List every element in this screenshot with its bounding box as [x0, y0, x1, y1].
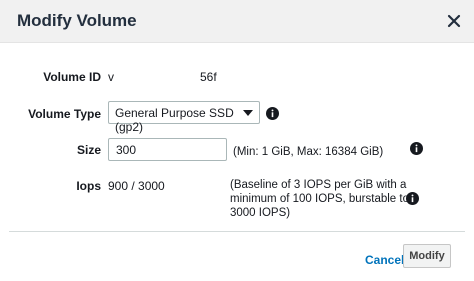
iops-hint-line-3: 3000 IOPS)	[230, 207, 291, 219]
volume-id-label: Volume ID	[43, 70, 101, 84]
size-hint: (Min: 1 GiB, Max: 16384 GiB)	[233, 146, 384, 158]
cancel-button[interactable]: Cancel	[365, 253, 404, 267]
footer-divider	[9, 231, 465, 232]
volume-type-select[interactable]: General Purpose SSD (gp2)	[108, 101, 260, 134]
size-label: Size	[76, 143, 101, 157]
volume-type-selected: General Purpose SSD (gp2)	[115, 106, 234, 134]
size-input[interactable]	[108, 138, 227, 161]
chevron-down-icon	[243, 110, 253, 116]
close-icon[interactable]	[444, 11, 464, 31]
iops-hint-line-1: (Baseline of 3 IOPS per GiB with a	[230, 179, 407, 191]
info-icon[interactable]	[410, 142, 423, 155]
info-icon[interactable]	[406, 192, 419, 205]
info-icon[interactable]	[266, 107, 279, 120]
iops-value: 900 / 3000	[108, 179, 165, 193]
volume-id-value-suffix: 56f	[200, 70, 217, 84]
volume-type-label: Volume Type	[28, 107, 101, 121]
volume-id-value-prefix: v	[108, 70, 114, 84]
iops-hint-line-2: minimum of 100 IOPS, burstable to	[230, 193, 409, 205]
iops-hint: (Baseline of 3 IOPS per GiB with a minim…	[230, 178, 409, 220]
dialog-header: Modify Volume	[0, 0, 474, 43]
iops-label: Iops	[76, 179, 101, 193]
modify-button[interactable]: Modify	[403, 244, 451, 268]
dialog-title: Modify Volume	[17, 11, 137, 30]
